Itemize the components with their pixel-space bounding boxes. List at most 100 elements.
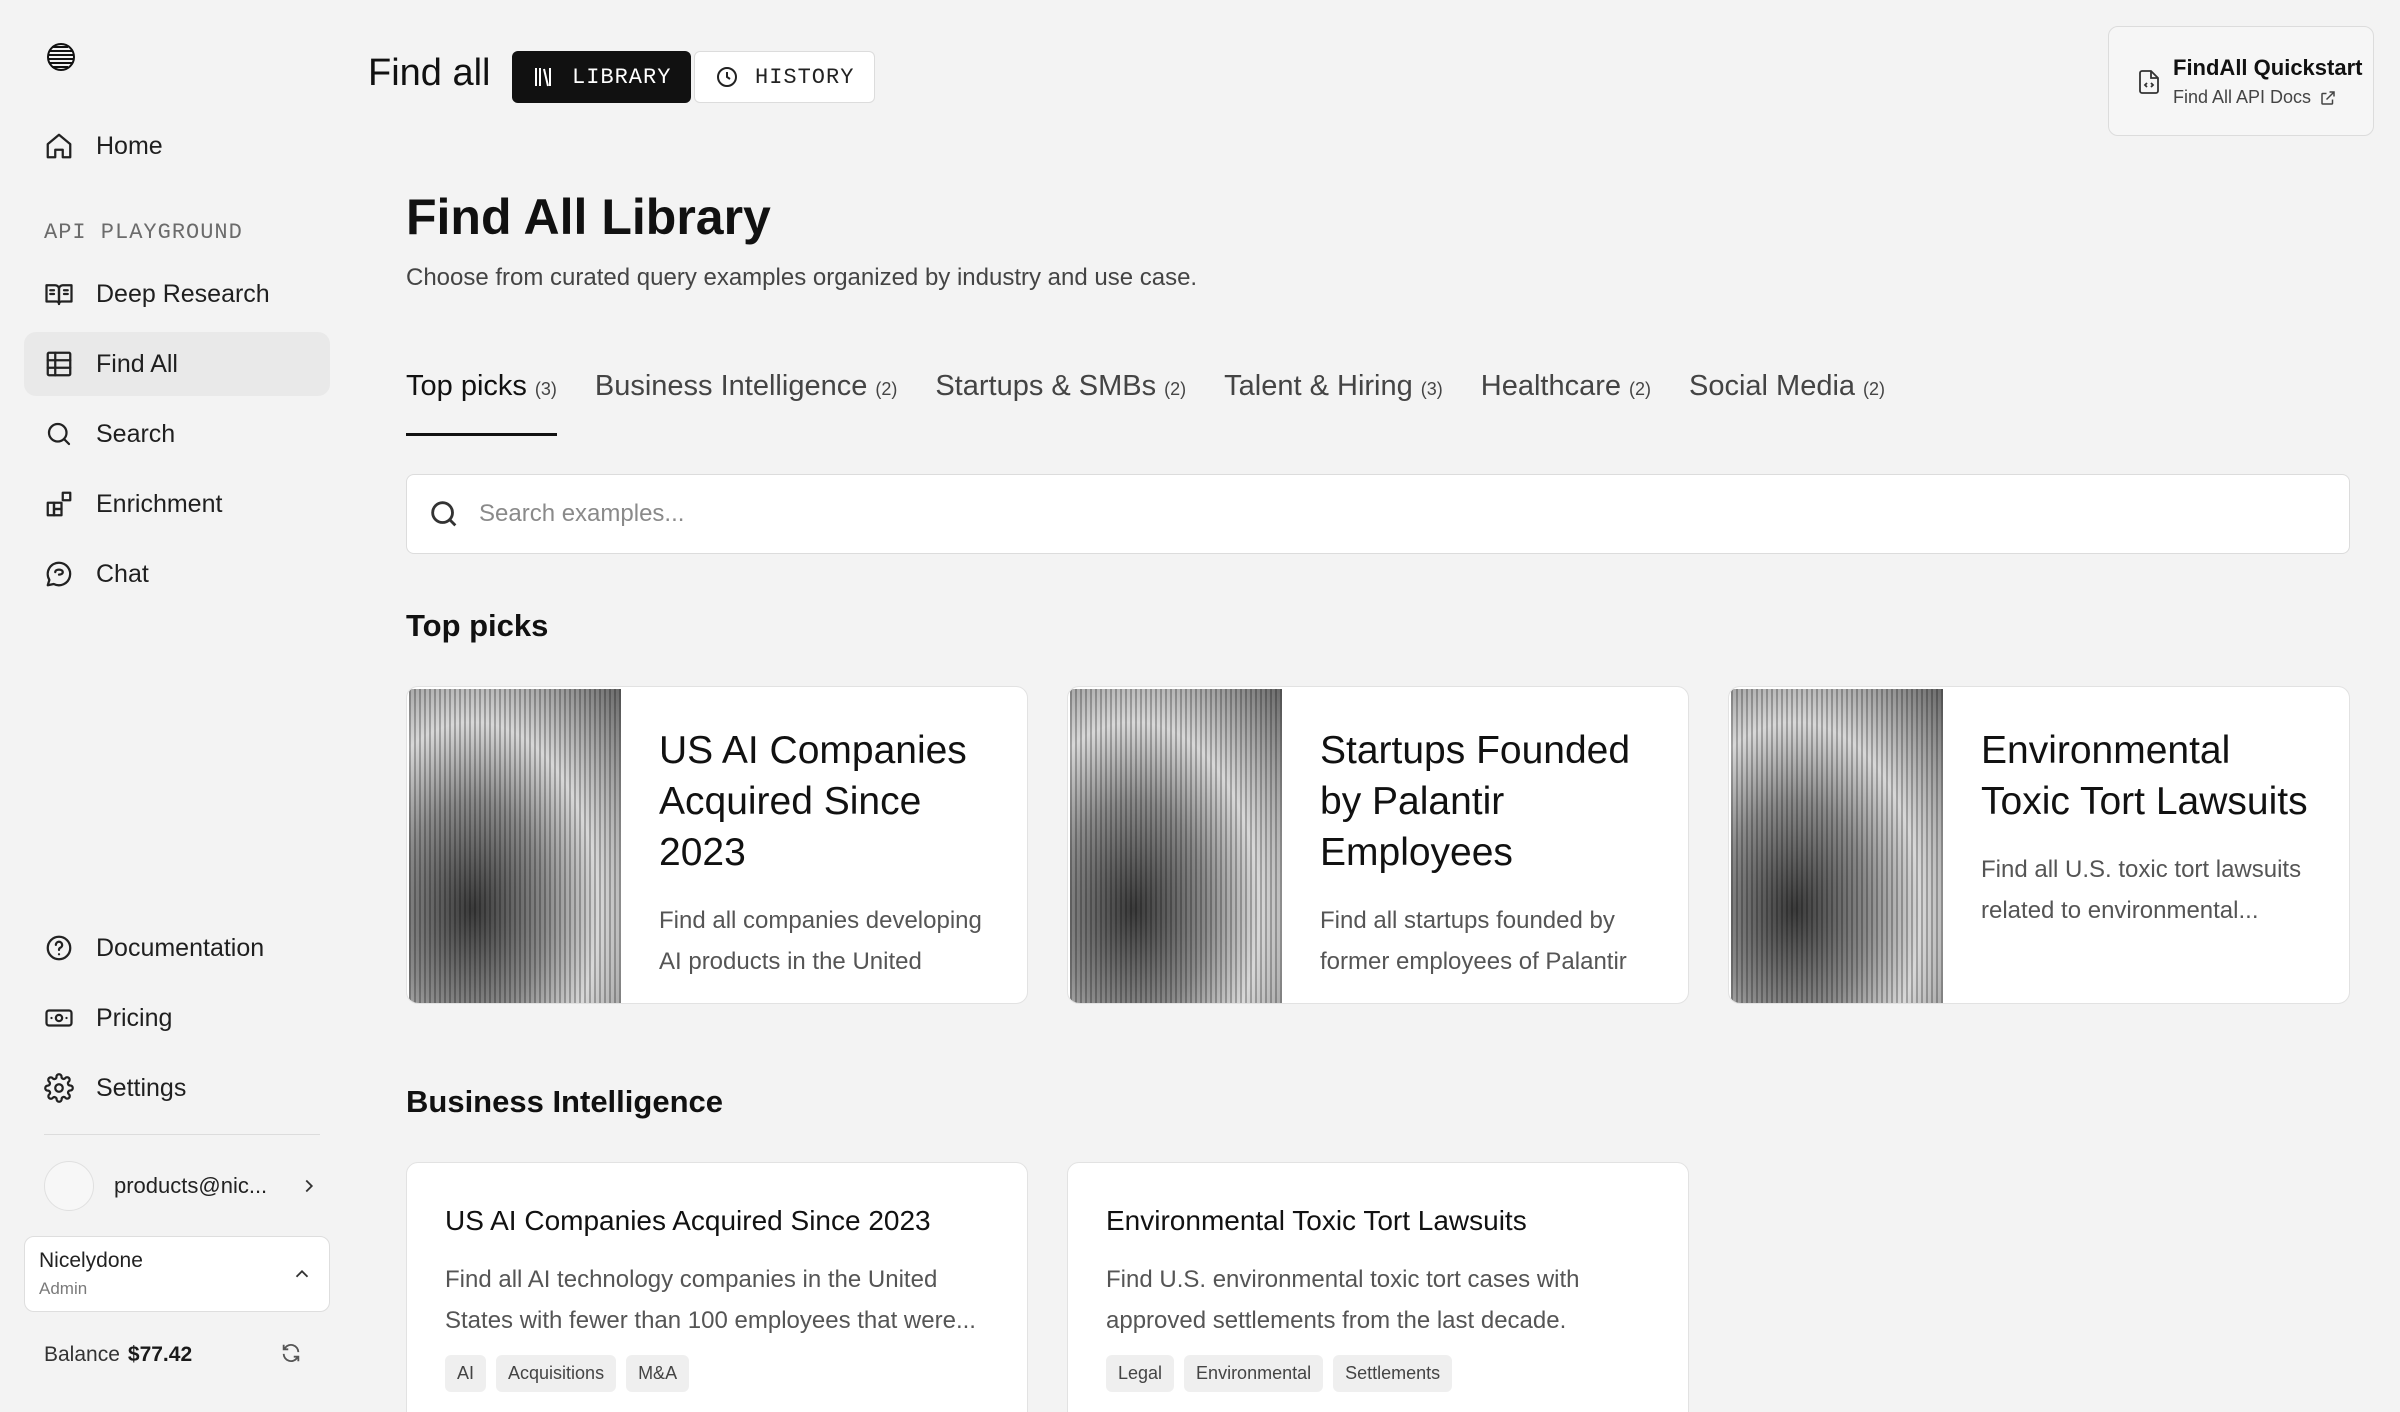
history-button[interactable]: HISTORY xyxy=(694,51,876,103)
tab-healthcare[interactable]: Healthcare (2) xyxy=(1481,370,1651,436)
sidebar-item-documentation[interactable]: Documentation xyxy=(24,916,330,980)
tab-label: Business Intelligence xyxy=(594,370,868,402)
top-pick-card[interactable]: Startups Founded by Palantir Employees F… xyxy=(1067,686,1689,1004)
sidebar-item-settings[interactable]: Settings xyxy=(24,1056,330,1120)
tag-list: AI Acquisitions M&A xyxy=(445,1355,989,1392)
tab-top-picks[interactable]: Top picks (3) xyxy=(406,370,557,436)
sidebar: Home API PLAYGROUND Deep Research Find A… xyxy=(0,0,340,1412)
sidebar-item-enrichment[interactable]: Enrichment xyxy=(24,472,330,536)
avatar xyxy=(44,1161,94,1211)
card-thumbnail xyxy=(1070,689,1282,1003)
tab-label: Social Media xyxy=(1689,370,1856,402)
tab-count: (2) xyxy=(875,379,898,399)
tab-talent-hiring[interactable]: Talent & Hiring (3) xyxy=(1224,370,1443,436)
tag-list: Legal Environmental Settlements xyxy=(1106,1355,1650,1392)
book-open-icon xyxy=(44,279,74,309)
sidebar-item-label: Home xyxy=(96,131,163,160)
sidebar-item-search[interactable]: Search xyxy=(24,402,330,466)
balance-label: Balance xyxy=(44,1343,120,1366)
external-link-icon xyxy=(2321,90,2335,105)
card-title: Environmental Toxic Tort Lawsuits xyxy=(1106,1205,1527,1236)
sidebar-item-label: Enrichment xyxy=(96,489,223,518)
example-card[interactable]: Environmental Toxic Tort Lawsuits Find U… xyxy=(1067,1162,1689,1412)
card-title: Startups Founded by Palantir Employees xyxy=(1320,729,1631,874)
sidebar-item-label: Deep Research xyxy=(96,279,270,308)
top-pick-card[interactable]: US AI Companies Acquired Since 2023 Find… xyxy=(406,686,1028,1004)
balance-value: $77.42 xyxy=(127,1343,193,1366)
quickstart-card[interactable]: FindAll Quickstart Find All API Docs xyxy=(2108,26,2374,136)
card-title: US AI Companies Acquired Since 2023 xyxy=(445,1205,931,1236)
page-title: Find All Library xyxy=(406,189,771,245)
tab-count: (3) xyxy=(1420,379,1443,399)
help-circle-icon xyxy=(44,933,74,963)
card-description: Find all startups founded by former empl… xyxy=(1320,907,1627,975)
tab-startups-smbs[interactable]: Startups & SMBs (2) xyxy=(935,370,1186,436)
sidebar-item-chat[interactable]: Chat xyxy=(24,542,330,606)
tab-count: (2) xyxy=(1863,379,1886,399)
search-bar xyxy=(406,474,2350,554)
app: Home API PLAYGROUND Deep Research Find A… xyxy=(0,0,2400,1412)
file-code-icon xyxy=(2137,69,2161,95)
sidebar-item-label: Pricing xyxy=(96,1003,173,1032)
sidebar-item-deep-research[interactable]: Deep Research xyxy=(24,262,330,326)
tag: Settlements xyxy=(1333,1355,1453,1392)
search-icon xyxy=(44,419,74,449)
card-thumbnail xyxy=(1731,689,1943,1003)
search-icon xyxy=(431,501,457,527)
home-icon xyxy=(44,131,74,161)
refresh-icon[interactable] xyxy=(280,1342,304,1366)
tag: M&A xyxy=(626,1355,690,1392)
card-title: Environmental Toxic Tort Lawsuits xyxy=(1981,729,2308,823)
sidebar-item-label: Documentation xyxy=(96,933,265,962)
clock-icon xyxy=(717,67,737,87)
logo-icon[interactable] xyxy=(44,40,78,74)
api-docs-label: Find All API Docs xyxy=(2173,87,2312,107)
balance: Balance $77.42 xyxy=(44,1340,304,1370)
user-email: products@nic... xyxy=(114,1173,268,1198)
category-tabs: Top picks (3) Business Intelligence (2) St… xyxy=(406,370,1923,436)
sidebar-item-label: Search xyxy=(96,419,176,448)
section-label: API PLAYGROUND xyxy=(44,220,243,245)
card-description: Find U.S. environmental toxic tort cases… xyxy=(1106,1266,1580,1334)
table-icon xyxy=(44,349,74,379)
chevron-right-icon xyxy=(298,1175,320,1197)
sidebar-item-pricing[interactable]: Pricing xyxy=(24,986,330,1050)
library-button[interactable]: LIBRARY xyxy=(512,51,692,103)
tab-label: Talent & Hiring xyxy=(1224,370,1413,402)
tag: AI xyxy=(445,1355,487,1392)
sidebar-item-home[interactable]: Home xyxy=(24,114,330,178)
org-switcher[interactable]: Nicelydone Admin xyxy=(24,1236,330,1312)
card-description: Find all companies developing AI product… xyxy=(659,907,982,975)
page-subtitle: Choose from curated query examples organ… xyxy=(406,264,1198,291)
library-icon xyxy=(535,68,551,87)
banknote-icon xyxy=(44,1003,74,1033)
api-docs-link[interactable]: Find All API Docs xyxy=(2173,87,2373,108)
search-input[interactable] xyxy=(479,500,2279,528)
divider xyxy=(44,1134,320,1135)
tab-business-intelligence[interactable]: Business Intelligence (2) xyxy=(595,370,897,436)
library-label: LIBRARY xyxy=(572,64,672,90)
user-menu[interactable]: products@nic... xyxy=(44,1158,320,1214)
sidebar-item-find-all[interactable]: Find All xyxy=(24,332,330,396)
quickstart-title: FindAll Quickstart xyxy=(2173,55,2363,80)
tab-count: (3) xyxy=(534,379,557,399)
tab-label: Healthcare xyxy=(1480,370,1621,402)
blocks-icon xyxy=(44,489,74,519)
tab-count: (2) xyxy=(1629,379,1651,399)
tag: Acquisitions xyxy=(496,1355,617,1392)
sidebar-item-label: Settings xyxy=(96,1073,187,1102)
tab-count: (2) xyxy=(1164,379,1187,399)
section-heading-business-intelligence: Business Intelligence xyxy=(406,1084,723,1119)
org-name: Nicelydone xyxy=(39,1249,143,1272)
history-label: HISTORY xyxy=(755,64,855,90)
tag: Legal xyxy=(1106,1355,1175,1392)
org-role: Admin xyxy=(39,1279,88,1298)
section-heading-top-picks: Top picks xyxy=(406,608,549,643)
tag: Environmental xyxy=(1184,1355,1324,1392)
card-title: US AI Companies Acquired Since 2023 xyxy=(659,729,967,874)
card-thumbnail xyxy=(409,689,621,1003)
tab-label: Top picks xyxy=(406,370,527,402)
tab-social-media[interactable]: Social Media (2) xyxy=(1689,370,1885,436)
example-card[interactable]: US AI Companies Acquired Since 2023 Find… xyxy=(406,1162,1028,1412)
top-pick-card[interactable]: Environmental Toxic Tort Lawsuits Find a… xyxy=(1728,686,2350,1004)
